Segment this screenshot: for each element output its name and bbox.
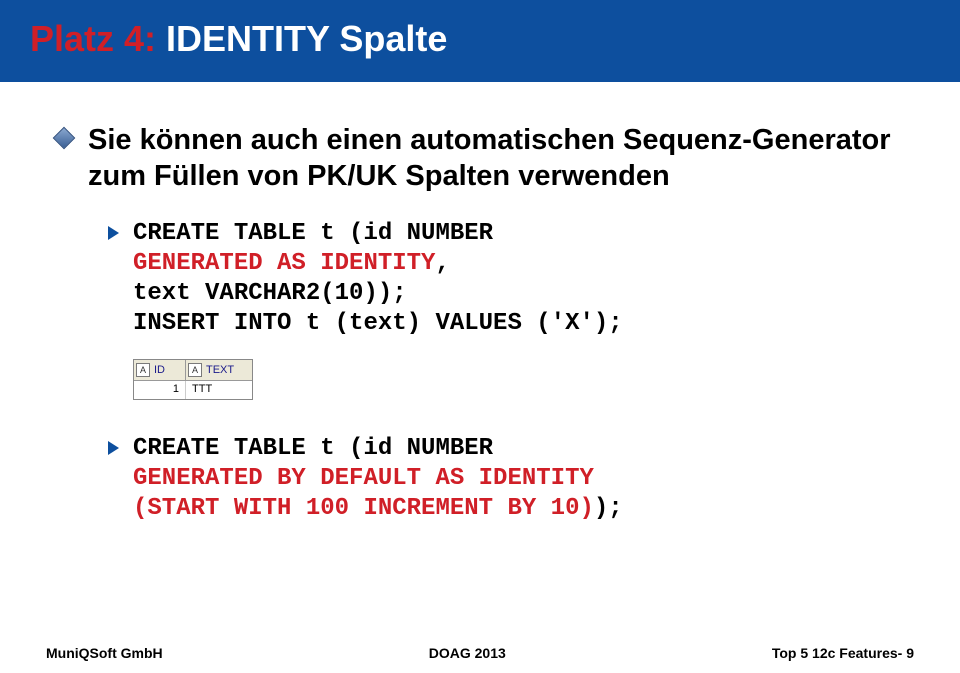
table-header-row: A ID A TEXT	[134, 360, 252, 381]
slide-footer: MuniQSoft GmbH DOAG 2013 Top 5 12c Featu…	[0, 645, 960, 661]
table-header-id: A ID	[134, 360, 186, 380]
sort-icon: A	[188, 363, 202, 377]
cell-id: 1	[134, 381, 186, 399]
sort-icon: A	[136, 363, 150, 377]
footer-right: Top 5 12c Features- 9	[772, 645, 914, 661]
col-text-label: TEXT	[206, 364, 234, 376]
cell-text: TTT	[186, 381, 252, 399]
code-block-2: CREATE TABLE t (id NUMBER GENERATED BY D…	[108, 434, 920, 524]
diamond-icon	[53, 127, 76, 150]
slide-title: Platz 4: IDENTITY Spalte	[30, 18, 930, 60]
footer-left: MuniQSoft GmbH	[46, 645, 163, 661]
triangle-icon	[108, 226, 119, 240]
slide-header: Platz 4: IDENTITY Spalte	[0, 0, 960, 82]
main-bullet-text: Sie können auch einen automatischen Sequ…	[88, 122, 920, 195]
footer-center: DOAG 2013	[429, 645, 506, 661]
table-row: 1 TTT	[134, 381, 252, 399]
title-white: IDENTITY Spalte	[156, 18, 447, 59]
code-block-1: CREATE TABLE t (id NUMBER GENERATED AS I…	[108, 219, 920, 339]
code1-row: CREATE TABLE t (id NUMBER GENERATED AS I…	[108, 219, 920, 339]
result-table: A ID A TEXT 1 TTT	[133, 359, 253, 400]
slide-content: Sie können auch einen automatischen Sequ…	[0, 82, 960, 524]
table-header-text: A TEXT	[186, 360, 252, 380]
col-id-label: ID	[154, 364, 165, 376]
code2-text: CREATE TABLE t (id NUMBER GENERATED BY D…	[133, 434, 623, 524]
triangle-icon	[108, 441, 119, 455]
code2-row: CREATE TABLE t (id NUMBER GENERATED BY D…	[108, 434, 920, 524]
title-red: Platz 4:	[30, 18, 156, 59]
main-bullet-row: Sie können auch einen automatischen Sequ…	[56, 122, 920, 195]
code1-text: CREATE TABLE t (id NUMBER GENERATED AS I…	[133, 219, 623, 339]
